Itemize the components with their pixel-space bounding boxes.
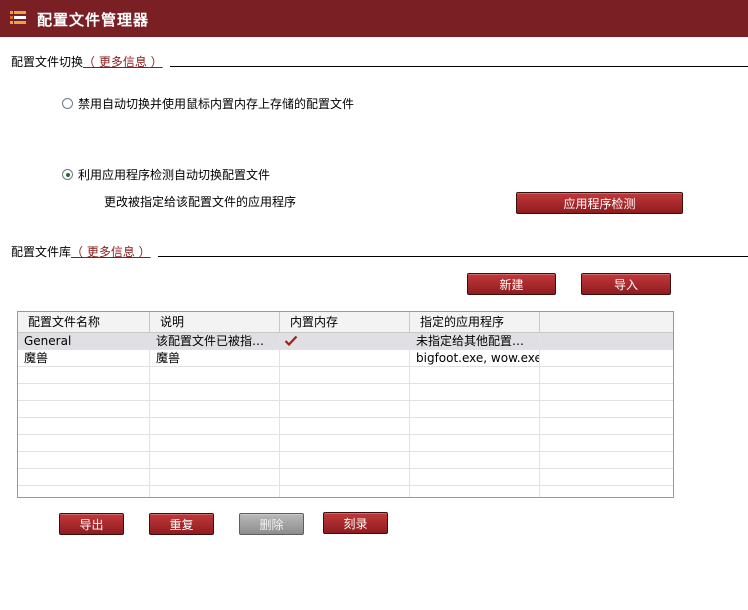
title-bar: 配置文件管理器 xyxy=(0,0,748,37)
table-row-empty xyxy=(18,418,673,435)
cell-name: 魔兽 xyxy=(18,350,150,366)
option-disable-label: 禁用自动切换并使用鼠标内置内存上存储的配置文件 xyxy=(78,97,355,111)
table-row-empty xyxy=(18,469,673,486)
switch-section-divider xyxy=(170,66,748,67)
column-header-assigned-apps[interactable]: 指定的应用程序 xyxy=(410,312,540,332)
radio-auto-switch[interactable] xyxy=(62,169,73,180)
switch-section-heading: 配置文件切换（ 更多信息 ） xyxy=(11,53,163,70)
checkmark-icon xyxy=(284,335,298,347)
library-section-heading: 配置文件库（ 更多信息 ） xyxy=(11,243,151,260)
library-section-divider xyxy=(158,256,748,257)
option-auto-label: 利用应用程序检测自动切换配置文件 xyxy=(78,168,271,182)
option-auto-switch[interactable]: 利用应用程序检测自动切换配置文件 xyxy=(62,166,270,183)
table-row-empty xyxy=(18,367,673,384)
column-header-name[interactable]: 配置文件名称 xyxy=(18,312,150,332)
cell-assigned-apps: 未指定给其他配置… xyxy=(410,333,540,349)
table-row-empty xyxy=(18,384,673,401)
library-section-label: 配置文件库 xyxy=(11,245,72,259)
import-button[interactable]: 导入 xyxy=(581,273,671,295)
table-row[interactable]: General 该配置文件已被指… 未指定给其他配置… xyxy=(18,333,673,350)
cell-description: 魔兽 xyxy=(150,350,280,366)
export-button[interactable]: 导出 xyxy=(59,513,124,535)
table-row[interactable]: 魔兽 魔兽 bigfoot.exe, wow.exe xyxy=(18,350,673,367)
app-detect-button[interactable]: 应用程序检测 xyxy=(516,192,683,214)
cell-onboard-memory[interactable] xyxy=(280,333,410,349)
duplicate-button[interactable]: 重复 xyxy=(149,513,214,535)
delete-button[interactable]: 删除 xyxy=(239,513,304,535)
switch-more-info-link[interactable]: （ 更多信息 ） xyxy=(83,55,163,69)
library-more-info-link[interactable]: （ 更多信息 ） xyxy=(71,245,151,259)
cell-onboard-memory[interactable] xyxy=(280,350,410,366)
table-row-empty xyxy=(18,435,673,452)
radio-disable-auto-switch[interactable] xyxy=(62,98,73,109)
cell-description: 该配置文件已被指… xyxy=(150,333,280,349)
option-disable-auto-switch[interactable]: 禁用自动切换并使用鼠标内置内存上存储的配置文件 xyxy=(62,95,354,112)
profiles-table[interactable]: 配置文件名称 说明 内置内存 指定的应用程序 General 该配置文件已被指…… xyxy=(17,311,674,498)
cell-name: General xyxy=(18,333,150,349)
column-header-description[interactable]: 说明 xyxy=(150,312,280,332)
profile-manager-icon xyxy=(10,11,26,24)
burn-button[interactable]: 刻录 xyxy=(323,512,388,534)
table-header: 配置文件名称 说明 内置内存 指定的应用程序 xyxy=(18,312,673,333)
table-row-empty xyxy=(18,452,673,469)
new-profile-button[interactable]: 新建 xyxy=(467,273,556,295)
cell-assigned-apps: bigfoot.exe, wow.exe xyxy=(410,350,540,366)
table-row-empty xyxy=(18,401,673,418)
change-app-text: 更改被指定给该配置文件的应用程序 xyxy=(104,195,297,209)
table-row-empty xyxy=(18,486,673,497)
switch-section-label: 配置文件切换 xyxy=(11,55,84,69)
column-header-onboard-memory[interactable]: 内置内存 xyxy=(280,312,410,332)
window-title: 配置文件管理器 xyxy=(37,11,150,29)
